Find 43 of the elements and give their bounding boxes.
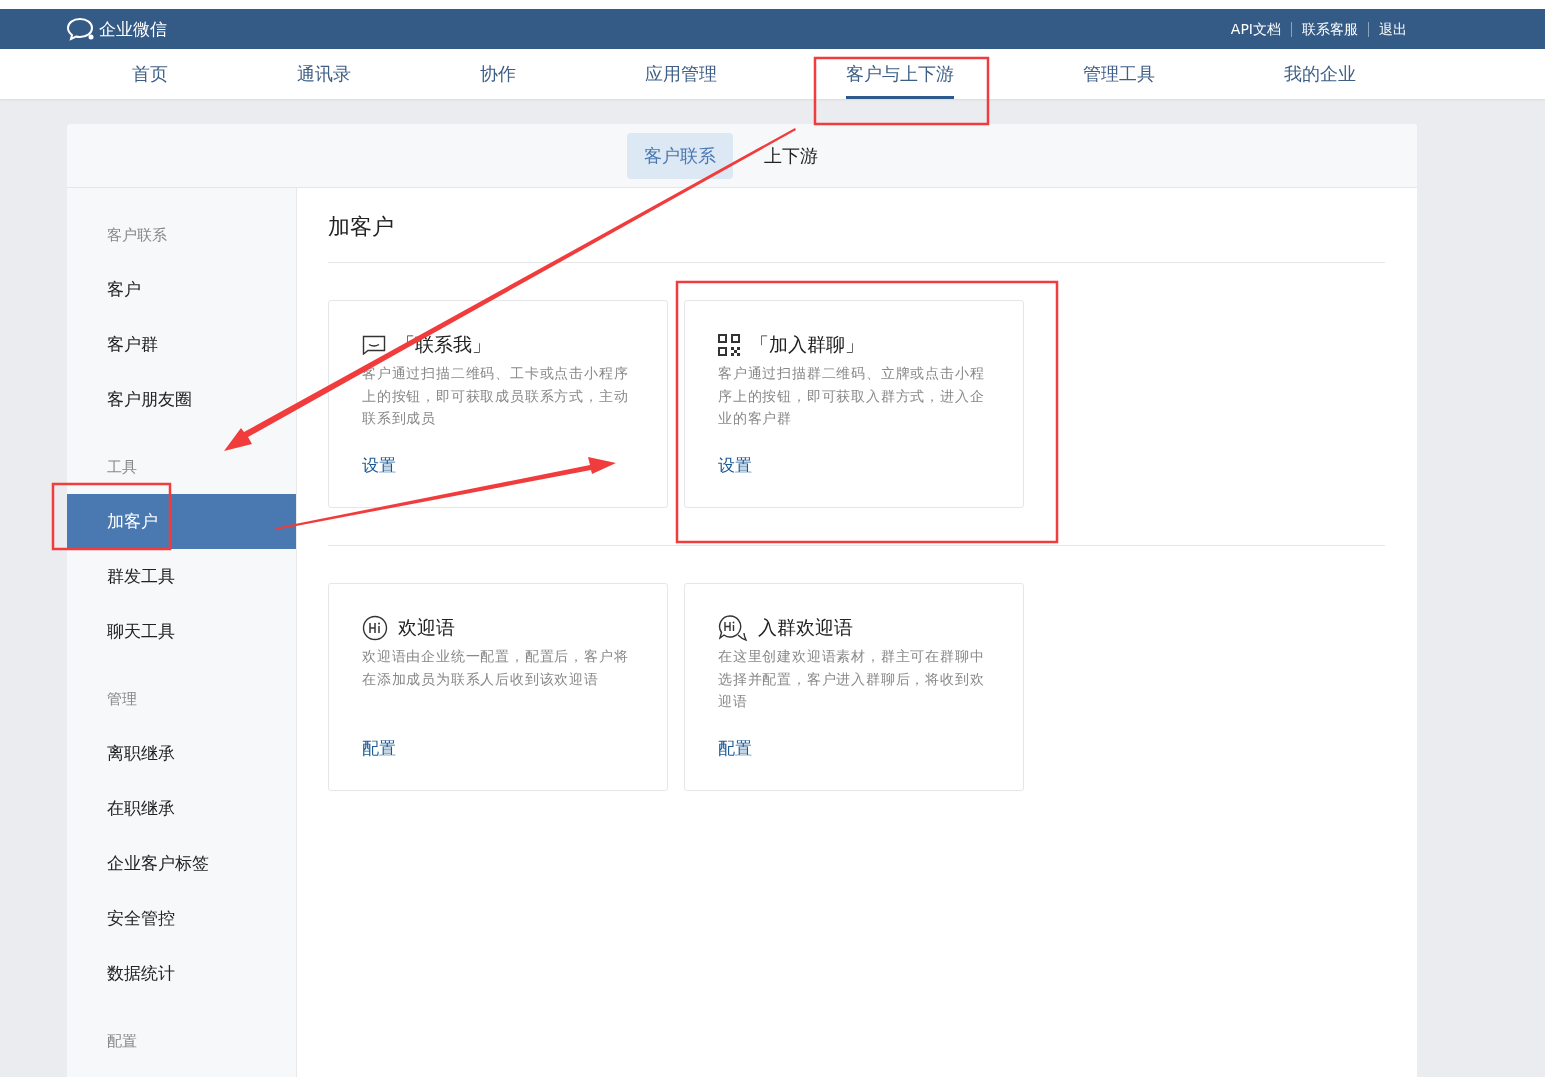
sidebar-item[interactable]: 聊天工具 xyxy=(67,604,296,659)
card-action-link[interactable]: 配置 xyxy=(362,737,396,760)
nav-tab[interactable]: 应用管理 xyxy=(645,49,717,99)
sidebar-item[interactable]: 企业客户标签 xyxy=(67,836,296,891)
header-link[interactable]: 联系客服 xyxy=(1291,21,1368,37)
sidebar-item[interactable]: 客户 xyxy=(67,262,296,317)
card-description: 欢迎语由企业统一配置，配置后，客户将在添加成员为联系人后收到该欢迎语 xyxy=(362,647,630,689)
header-link[interactable]: API文档 xyxy=(1220,21,1291,37)
sidebar-group-title: 配置 xyxy=(106,1031,138,1052)
card-action-link[interactable]: 设置 xyxy=(718,454,752,477)
logo-text: 企业微信 xyxy=(99,17,167,41)
subtab[interactable]: 客户联系 xyxy=(627,132,733,179)
card-action-link[interactable]: 配置 xyxy=(718,737,752,760)
hi-circle-icon xyxy=(362,615,388,641)
sidebar-item[interactable]: 群发工具 xyxy=(67,549,296,604)
card-description: 在这里创建欢迎语素材，群主可在群聊中选择并配置，客户进入群聊后，将收到欢迎语 xyxy=(718,647,986,711)
hi-bubbles-icon xyxy=(718,614,748,642)
card-action-link[interactable]: 设置 xyxy=(362,454,396,477)
qr-code-icon xyxy=(718,334,740,356)
sidebar-item[interactable]: 在职继承 xyxy=(67,781,296,836)
card-title: 欢迎语 xyxy=(398,615,455,640)
chat-bubble-icon xyxy=(66,17,96,41)
nav-tab[interactable]: 客户与上下游 xyxy=(846,49,954,99)
card-title: 入群欢迎语 xyxy=(758,615,853,640)
nav-tab[interactable]: 协作 xyxy=(480,49,516,99)
nav-tab[interactable]: 通讯录 xyxy=(297,49,351,99)
nav-tab[interactable]: 首页 xyxy=(132,49,168,99)
subtab[interactable]: 上下游 xyxy=(747,132,835,179)
card-title: 「加入群聊」 xyxy=(750,332,864,357)
sidebar-item[interactable]: 安全管控 xyxy=(67,891,296,946)
sidebar-item[interactable]: 客户群 xyxy=(67,317,296,372)
sidebar-item[interactable]: 客户朋友圈 xyxy=(67,372,296,427)
nav-tab[interactable]: 我的企业 xyxy=(1284,49,1356,99)
sidebar-group-title: 工具 xyxy=(106,457,138,478)
sidebar-group-title: 管理 xyxy=(106,689,138,710)
sidebar-item[interactable]: 离职继承 xyxy=(67,726,296,781)
sidebar-item[interactable]: 数据统计 xyxy=(67,946,296,1001)
message-icon xyxy=(362,335,386,355)
sidebar-item[interactable]: 加客户 xyxy=(67,494,296,549)
card-description: 客户通过扫描群二维码、立牌或点击小程序上的按钮，即可获取入群方式，进入企业的客户群 xyxy=(718,364,986,428)
sidebar-group-title: 客户联系 xyxy=(106,225,168,246)
header-link[interactable]: 退出 xyxy=(1368,21,1417,37)
nav-tab[interactable]: 管理工具 xyxy=(1083,49,1155,99)
